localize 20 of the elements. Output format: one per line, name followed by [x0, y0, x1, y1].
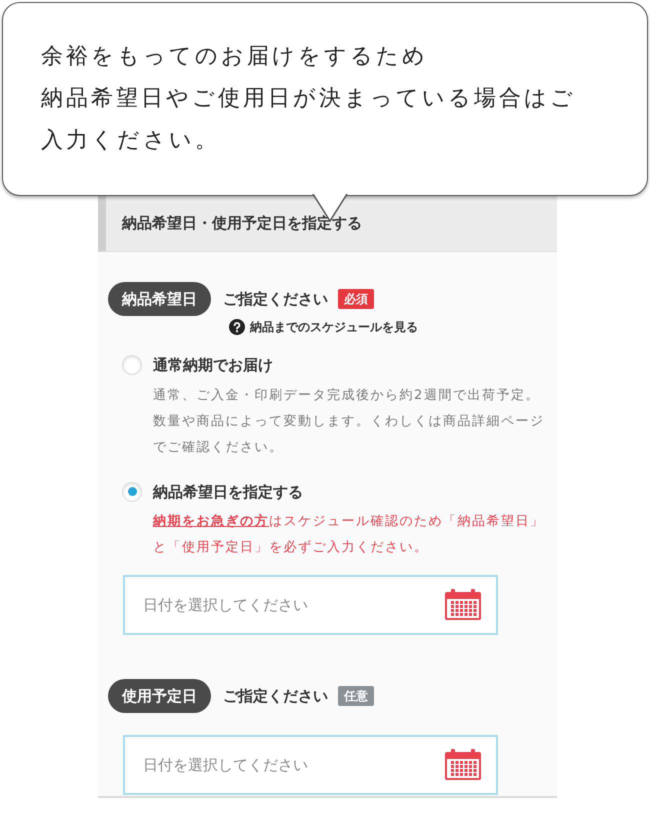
- callout-text: 余裕をもってのお届けをするため 納品希望日やご使用日が決まっている場合はご 入力ください。: [41, 43, 577, 155]
- option-label[interactable]: 納品希望日を指定する: [153, 480, 303, 503]
- radio-button[interactable]: [122, 482, 142, 502]
- field-label: 納品希望日: [108, 282, 211, 316]
- date-field[interactable]: 日付を選択してください: [123, 575, 498, 635]
- option-label[interactable]: 通常納期でお届け: [153, 354, 273, 376]
- field-prompt: ご指定ください: [223, 288, 328, 310]
- date-field[interactable]: 日付を選択してください: [123, 735, 498, 795]
- schedule-link[interactable]: 納品までのスケジュールを見る: [229, 318, 418, 336]
- field-prompt: ご指定ください: [223, 686, 328, 707]
- required-badge: 必須: [338, 289, 374, 309]
- help-icon: [229, 319, 245, 335]
- calendar-icon[interactable]: [444, 589, 482, 621]
- calendar-icon[interactable]: [444, 749, 482, 781]
- option-description: 通常、ご入金・印刷データ完成後から約2週間で出荷予定。数量や商品によって変動します。くわしくは商品詳細ページでご確認ください。: [153, 386, 546, 456]
- warning-note: 納期をお急ぎの方はスケジュール確認のため「納品希望日」と「使用予定日」を必ずご入力ください。: [153, 512, 546, 557]
- urgent-link[interactable]: 納期をお急ぎの方: [153, 514, 269, 529]
- optional-badge: 任意: [338, 686, 374, 706]
- field-label: 使用予定日: [108, 679, 211, 713]
- radio-button[interactable]: [122, 355, 142, 376]
